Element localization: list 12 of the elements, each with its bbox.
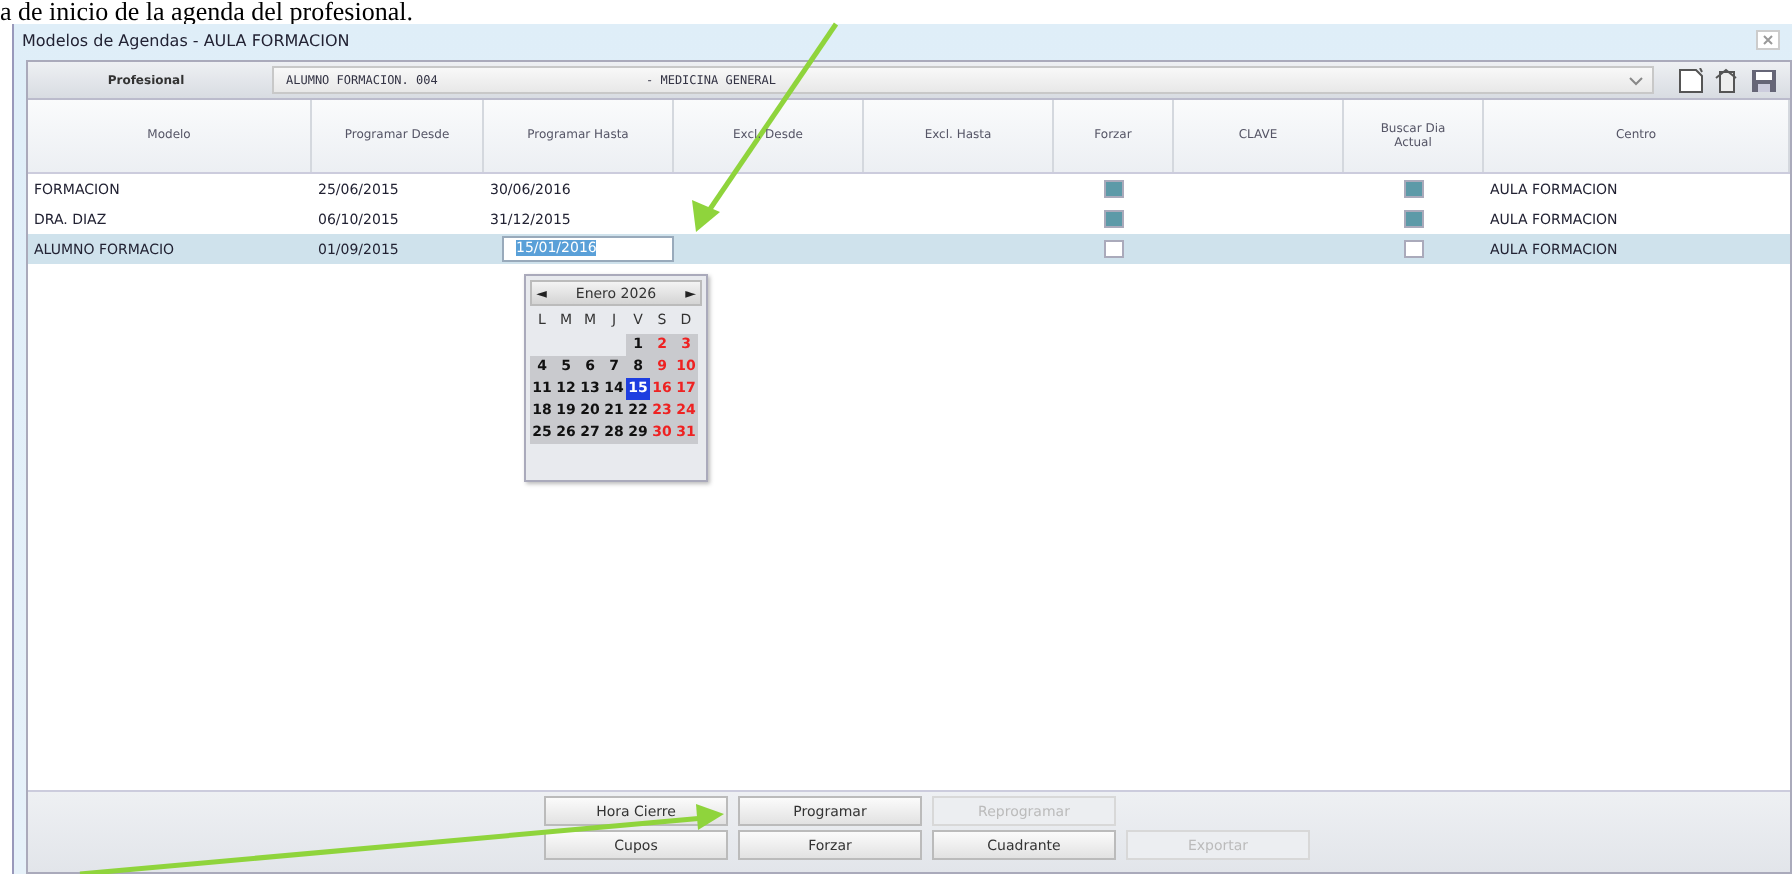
checkbox[interactable] xyxy=(1104,240,1124,258)
save-icon[interactable] xyxy=(1750,67,1778,93)
caret-icon xyxy=(1628,75,1644,85)
checkbox[interactable] xyxy=(1404,180,1424,198)
checkbox[interactable] xyxy=(1404,240,1424,258)
checkbox[interactable] xyxy=(1104,180,1124,198)
caption-text: a de inicio de la agenda del profesional. xyxy=(0,0,415,24)
window-title: Modelos de Agendas - AULA FORMACION xyxy=(22,31,350,49)
new-document-icon[interactable] xyxy=(1678,67,1706,93)
checkbox[interactable] xyxy=(1104,210,1124,228)
close-icon[interactable] xyxy=(1756,30,1780,50)
checkbox[interactable] xyxy=(1404,210,1424,228)
